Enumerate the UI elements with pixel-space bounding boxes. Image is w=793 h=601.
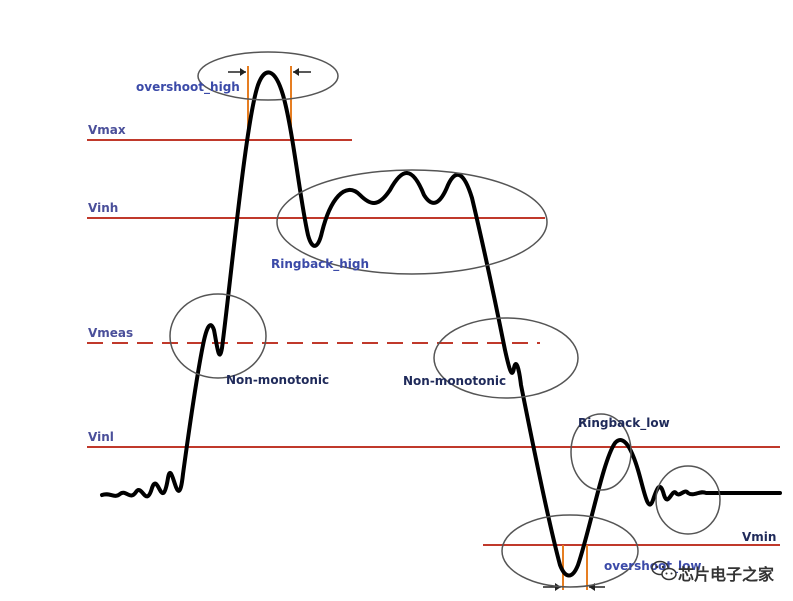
signal-waveform bbox=[100, 70, 782, 578]
signal-integrity-diagram: Vmax Vinh Vmeas Vinl Vmin overshoot_high… bbox=[87, 51, 782, 591]
watermark-text: 芯片电子之家 bbox=[678, 565, 775, 584]
non-monotonic-rise-ellipse bbox=[169, 293, 267, 379]
vmin-label: Vmin bbox=[742, 530, 776, 544]
non-monotonic-rise-label: Non-monotonic bbox=[226, 373, 329, 387]
vmax-label: Vmax bbox=[88, 123, 126, 137]
ringback-high-label: Ringback_high bbox=[271, 257, 369, 272]
ringback-low-label: Ringback_low bbox=[578, 416, 670, 431]
overshoot-high-arrowhead-right bbox=[293, 68, 299, 76]
overshoot-high-arrowhead-left bbox=[240, 68, 246, 76]
vinh-label: Vinh bbox=[88, 201, 118, 215]
vmeas-label: Vmeas bbox=[88, 326, 133, 340]
vinl-label: Vinl bbox=[88, 430, 114, 444]
non-monotonic-fall-label: Non-monotonic bbox=[403, 374, 506, 388]
overshoot-high-label: overshoot_high bbox=[136, 80, 240, 95]
